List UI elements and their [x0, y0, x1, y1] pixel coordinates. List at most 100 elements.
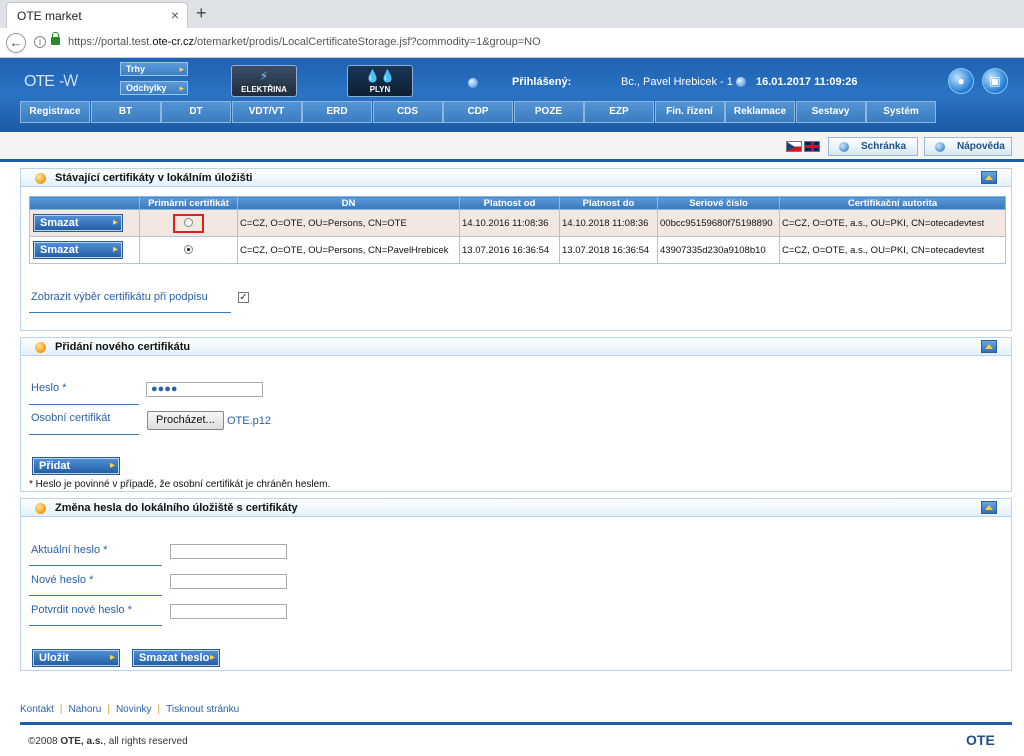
- orange-bullet-icon: [35, 173, 46, 184]
- field-underline: [29, 434, 139, 435]
- logged-label: Přihlášený:: [512, 76, 572, 88]
- footer-logo: OTE: [966, 732, 995, 748]
- dn-cell: C=CZ, O=OTE, OU=Persons, CN=PavelHrebice…: [237, 236, 460, 264]
- orange-bullet-icon: [35, 342, 46, 353]
- napoveda-label: Nápověda: [957, 141, 1005, 152]
- nav-ezp[interactable]: EZP: [584, 101, 654, 123]
- show-selection-checkbox[interactable]: ✓: [238, 292, 249, 303]
- plyn-button[interactable]: 💧💧 PLYN: [347, 65, 413, 97]
- collapse-icon[interactable]: [981, 501, 997, 514]
- footer-link-kontakt[interactable]: Kontakt: [20, 704, 54, 715]
- add-button[interactable]: Přidat: [32, 457, 120, 475]
- panel-title: Přidání nového certifikátu: [55, 341, 191, 353]
- copyright-suffix: , all rights reserved: [103, 736, 188, 747]
- field-underline: [29, 625, 162, 626]
- trhy-menu[interactable]: Trhy: [120, 62, 188, 76]
- delete-button[interactable]: Smazat: [33, 241, 123, 259]
- footer-link-tisknout[interactable]: Tisknout stránku: [166, 704, 239, 715]
- footer-link-novinky[interactable]: Novinky: [116, 704, 152, 715]
- footer-divider: [20, 722, 1012, 725]
- col-header: Certifikační autorita: [779, 196, 1006, 210]
- browse-button[interactable]: Procházet...: [147, 411, 224, 430]
- back-arrow-icon[interactable]: ←: [6, 33, 26, 53]
- field-underline: [29, 565, 162, 566]
- nav-dt[interactable]: DT: [161, 101, 231, 123]
- action-cell: Smazat: [29, 209, 140, 237]
- close-tab-icon[interactable]: ×: [171, 7, 179, 23]
- bubble-icon: [935, 142, 945, 152]
- ote-logo[interactable]: OTE -\/\/: [24, 66, 78, 92]
- schranka-button[interactable]: Schránka: [828, 137, 918, 156]
- url-prefix: https://portal.test.: [68, 36, 153, 48]
- browser-tab[interactable]: OTE market ×: [6, 2, 188, 28]
- nav-vdt-vt[interactable]: VDT/VT: [231, 101, 302, 123]
- nav-system[interactable]: Systém: [866, 101, 936, 123]
- nav-registrace[interactable]: Registrace: [20, 101, 90, 123]
- napoveda-button[interactable]: Nápověda: [924, 137, 1012, 156]
- main-nav: Registrace BT DT VDT/VT ERD CDS CDP POZE…: [20, 101, 937, 123]
- datetime: 16.01.2017 11:09:26: [756, 76, 858, 88]
- czech-flag-icon[interactable]: [786, 141, 802, 152]
- primary-radio[interactable]: [184, 218, 193, 228]
- logo-wave-icon: -\/\/: [59, 73, 78, 90]
- ca-cell: C=CZ, O=OTE, a.s., OU=PKI, CN=otecadevte…: [779, 236, 1006, 264]
- password-label: Heslo *: [31, 382, 67, 394]
- nav-sestavy[interactable]: Sestavy: [795, 101, 866, 123]
- logo-text: OTE: [24, 73, 55, 90]
- nav-fin-rizeni[interactable]: Fin. řízení: [654, 101, 725, 123]
- serial-cell: 43907335d230a9108b10: [657, 236, 780, 264]
- primary-radio[interactable]: [184, 245, 193, 255]
- elektrina-button[interactable]: ⚡ ELEKTŘINA: [231, 65, 297, 97]
- app-header: OTE -\/\/ Trhy Odchylky ⚡ ELEKTŘINA 💧💧 P…: [0, 58, 1024, 132]
- current-password-input[interactable]: [170, 544, 287, 559]
- new-password-input[interactable]: [170, 574, 287, 589]
- panel-existing-certs: Stávající certifikáty v lokálním úložišt…: [20, 168, 1012, 331]
- lock-icon: [51, 32, 60, 45]
- confirm-password-input[interactable]: [170, 604, 287, 619]
- delete-button[interactable]: Smazat: [33, 214, 123, 232]
- footer-link-nahoru[interactable]: Nahoru: [69, 704, 102, 715]
- certificates-table: Primární certifikát DN Platnost od Platn…: [29, 196, 1006, 264]
- nav-cds[interactable]: CDS: [372, 101, 443, 123]
- delete-password-button[interactable]: Smazat heslo: [132, 649, 220, 667]
- col-header: Platnost do: [559, 196, 658, 210]
- nav-poze[interactable]: POZE: [513, 101, 584, 123]
- english-flag-icon[interactable]: [804, 141, 820, 152]
- nav-bt[interactable]: BT: [90, 101, 161, 123]
- current-password-label: Aktuální heslo *: [31, 544, 108, 556]
- col-header: Primární certifikát: [139, 196, 238, 210]
- panel-header: Změna hesla do lokálního úložiště s cert…: [21, 499, 1011, 517]
- schranka-label: Schránka: [861, 141, 907, 152]
- col-header: Platnost od: [459, 196, 560, 210]
- url-field[interactable]: https://portal.test.ote-cr.cz/otemarket/…: [68, 36, 541, 48]
- nav-reklamace[interactable]: Reklamace: [725, 101, 795, 123]
- url-path: /otemarket/prodis/LocalCertificateStorag…: [193, 36, 541, 48]
- col-header: Seriové číslo: [657, 196, 780, 210]
- password-input[interactable]: ●●●●: [146, 382, 263, 397]
- nav-erd[interactable]: ERD: [302, 101, 372, 123]
- drops-icon: 💧💧: [365, 69, 395, 83]
- collapse-icon[interactable]: [981, 340, 997, 353]
- footer-links: Kontakt | Nahoru | Novinky | Tisknout stránku: [20, 704, 239, 715]
- table-row: Smazat C=CZ, O=OTE, OU=Persons, CN=OTE 1…: [29, 209, 1006, 237]
- copyright-prefix: ©2008: [28, 736, 61, 747]
- separator: |: [157, 704, 161, 715]
- odchylky-menu[interactable]: Odchylky: [120, 81, 188, 95]
- table-row: Smazat C=CZ, O=OTE, OU=Persons, CN=Pavel…: [29, 236, 1006, 264]
- panel-add-cert: Přidání nového certifikátu Heslo * ●●●● …: [20, 337, 1012, 492]
- file-name: OTE.p12: [227, 415, 272, 427]
- separator: |: [59, 704, 63, 715]
- confirm-password-label: Potvrdit nové heslo *: [31, 604, 132, 616]
- primary-cell: [139, 209, 238, 237]
- save-button[interactable]: Uložit: [32, 649, 120, 667]
- nav-cdp[interactable]: CDP: [443, 101, 513, 123]
- from-cell: 14.10.2016 11:08:36: [459, 209, 560, 237]
- panel-change-password: Změna hesla do lokálního úložiště s cert…: [20, 498, 1012, 671]
- panel-title: Stávající certifikáty v lokálním úložišt…: [55, 172, 253, 184]
- new-tab-icon[interactable]: +: [196, 3, 207, 24]
- collapse-icon[interactable]: [981, 171, 997, 184]
- cert-label: Osobní certifikát: [31, 412, 111, 424]
- windows-icon[interactable]: ▣: [982, 68, 1008, 94]
- chat-icon[interactable]: ●: [948, 68, 974, 94]
- info-icon[interactable]: i: [34, 36, 46, 48]
